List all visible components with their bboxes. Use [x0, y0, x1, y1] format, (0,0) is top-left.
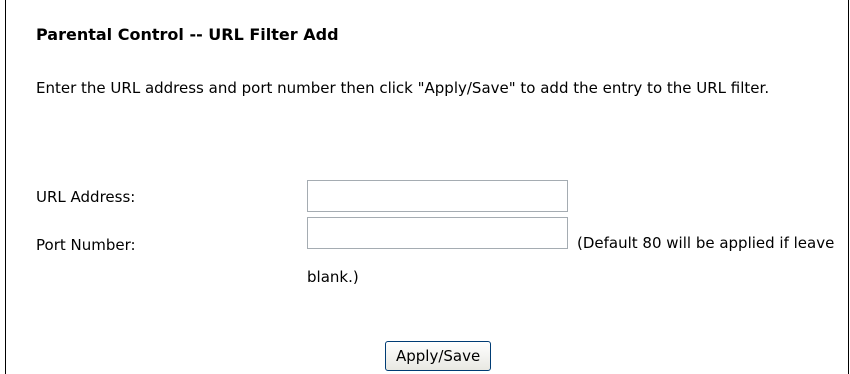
frame-left-border: [5, 0, 6, 374]
instructions-text: Enter the URL address and port number th…: [36, 79, 770, 97]
apply-save-button[interactable]: Apply/Save: [385, 341, 492, 371]
port-number-label: Port Number:: [36, 236, 136, 254]
url-address-label: URL Address:: [36, 188, 136, 206]
frame-right-border: [848, 0, 849, 374]
url-address-input[interactable]: [307, 180, 568, 212]
page-title: Parental Control -- URL Filter Add: [36, 25, 339, 44]
port-default-note: (Default 80 will be applied if leave bla…: [307, 234, 835, 286]
